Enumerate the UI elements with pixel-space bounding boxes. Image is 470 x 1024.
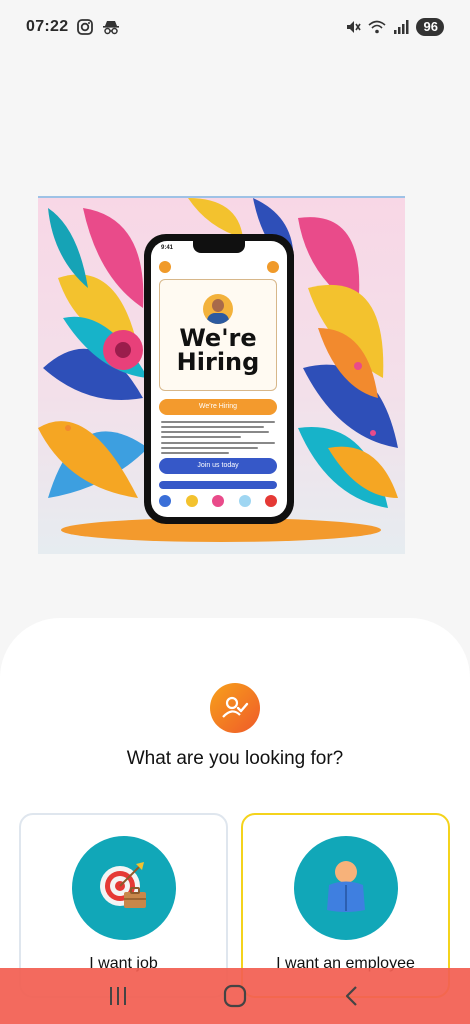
phone-secondary-button: Join us today — [159, 458, 277, 474]
phone-menu-dot — [159, 261, 171, 273]
battery-indicator: 96 — [415, 18, 444, 36]
recruiter-avatar — [203, 294, 233, 324]
status-left: 07:22 — [26, 18, 120, 36]
phone-notch — [193, 241, 245, 253]
incognito-icon — [103, 21, 120, 35]
user-check-icon — [210, 683, 260, 733]
person-icon — [294, 836, 398, 940]
question-heading: What are you looking for? — [126, 748, 344, 769]
back-icon[interactable] — [332, 976, 372, 1016]
phone-mockup: 9:41 We're Hiring We're Hiring Join us t… — [144, 234, 294, 524]
phone-profile-dot — [267, 261, 279, 273]
status-right: 96 — [344, 18, 444, 36]
home-icon[interactable] — [215, 976, 255, 1016]
phone-screen: 9:41 We're Hiring We're Hiring Join us t… — [151, 241, 287, 517]
phone-text-lines — [161, 421, 275, 457]
phone-time: 9:41 — [161, 245, 174, 251]
wifi-icon — [368, 20, 386, 34]
navigation-bar — [0, 968, 470, 1024]
status-bar: 07:22 96 — [0, 0, 470, 54]
phone-social-icons — [159, 495, 277, 507]
instagram-icon — [77, 19, 94, 35]
hiring-headline-2: Hiring — [176, 348, 260, 376]
status-time: 07:22 — [26, 18, 69, 35]
hiring-headline-1: We're — [179, 324, 257, 352]
signal-icon — [393, 20, 409, 34]
phone-bar — [159, 481, 277, 489]
target-briefcase-icon — [72, 836, 176, 940]
hiring-card: We're Hiring — [159, 279, 277, 391]
hiring-illustration: 9:41 We're Hiring We're Hiring Join us t… — [38, 196, 405, 554]
phone-primary-button: We're Hiring — [159, 399, 277, 415]
recents-icon[interactable] — [98, 976, 138, 1016]
mute-icon — [346, 21, 361, 33]
